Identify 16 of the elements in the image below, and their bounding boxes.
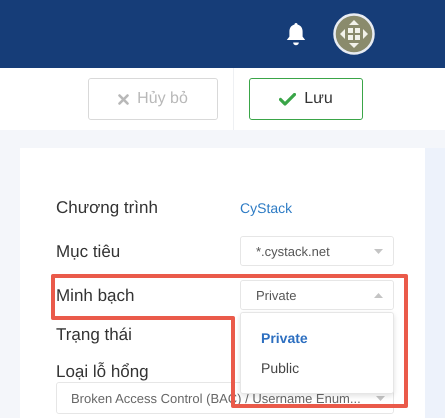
- field-label: Minh bạch: [56, 286, 134, 306]
- field-label: Chương trình: [56, 198, 158, 218]
- dropdown-option[interactable]: Private: [241, 323, 393, 353]
- avatar-icon[interactable]: [333, 13, 375, 55]
- field-label: Trạng thái: [56, 325, 132, 345]
- checkmark-icon: [279, 92, 296, 106]
- dropdown-option[interactable]: Public: [241, 353, 393, 383]
- program-link[interactable]: CyStack: [240, 200, 292, 216]
- caret-down-icon: [374, 248, 383, 254]
- close-icon: [118, 94, 130, 104]
- field-label: Mục tiêu: [56, 242, 120, 262]
- bell-icon[interactable]: [285, 22, 307, 46]
- caret-up-icon: [374, 292, 383, 298]
- save-button[interactable]: Lưu: [249, 78, 363, 120]
- field-label: Loại lỗ hổng: [56, 362, 149, 382]
- select-field[interactable]: *.cystack.net: [240, 236, 394, 266]
